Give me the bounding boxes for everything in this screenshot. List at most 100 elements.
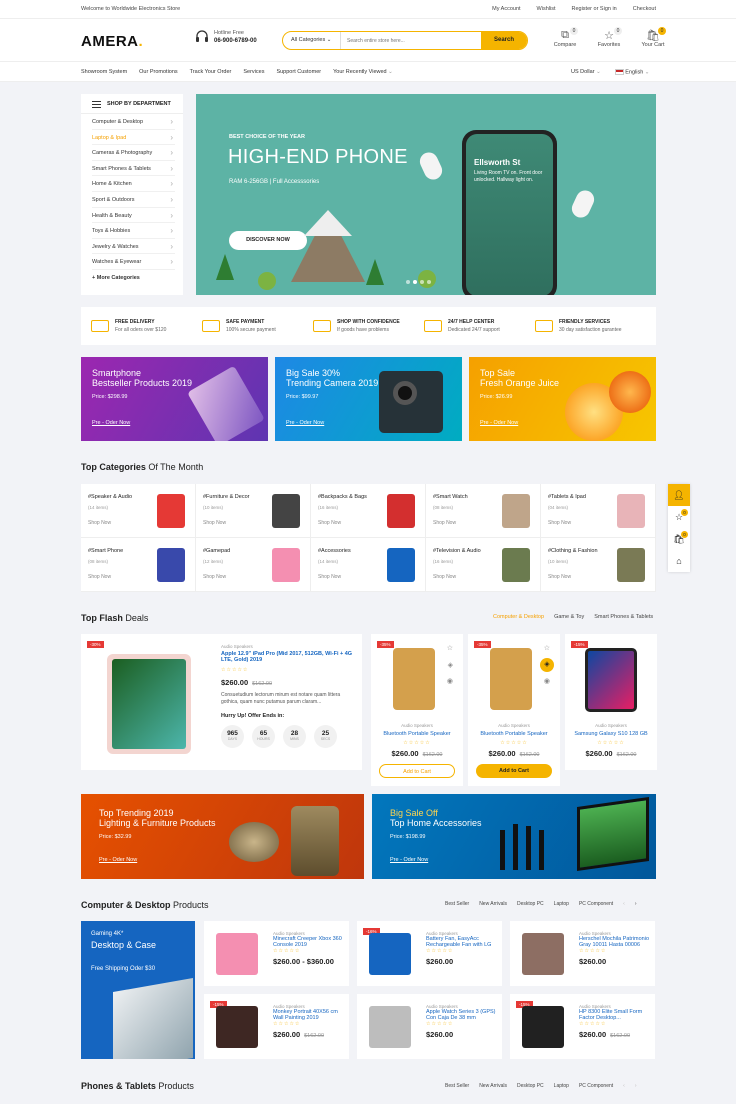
tab-best-seller[interactable]: Best Seller: [445, 901, 469, 907]
checkout-link[interactable]: Checkout: [633, 6, 656, 12]
category-card[interactable]: #Furniture & Decor (10 items) Shop Now: [196, 484, 311, 538]
wishlist-link[interactable]: Wishlist: [537, 6, 556, 12]
nav-support[interactable]: Support Customer: [276, 69, 321, 75]
product-card[interactable]: -16% Audio Speakers Battery Fan, EasyAcc R…: [357, 921, 502, 986]
currency-select[interactable]: US Dollar ⌄: [571, 69, 601, 75]
banner-home-accessories[interactable]: Big Sale Off Top Home Accessories Price: …: [372, 794, 656, 879]
tab-desktop-pc[interactable]: Desktop PC: [517, 1083, 544, 1089]
language-select[interactable]: English ⌄: [614, 69, 649, 75]
sidebar-item-health[interactable]: Health & Beauty: [92, 208, 175, 224]
category-card[interactable]: #Backpacks & Bags (16 items) Shop Now: [311, 484, 426, 538]
user-icon[interactable]: 👤︎: [668, 484, 690, 506]
product-name[interactable]: Monkey Portrait 40X56 cm Wall Painting 2…: [273, 1009, 345, 1021]
category-card[interactable]: #Gamepad (12 items) Shop Now: [196, 538, 311, 592]
sidebar-item-phones[interactable]: Smart Phones & Tablets: [92, 161, 175, 177]
product-card[interactable]: -15% Audio Speakers Monkey Portrait 40X56 …: [204, 994, 349, 1059]
preorder-link[interactable]: Pre - Oder Now: [92, 420, 130, 426]
tab-laptop[interactable]: Laptop: [554, 1083, 569, 1089]
nav-services[interactable]: Services: [243, 69, 264, 75]
banner-lighting[interactable]: Top Trending 2019 Lighting & Furniture Pr…: [81, 794, 364, 879]
sidebar-item-cameras[interactable]: Cameras & Photography: [92, 145, 175, 161]
chevron-left-icon[interactable]: ‹: [623, 901, 625, 907]
sidebar-header[interactable]: SHOP BY DEPARTMENT: [81, 94, 183, 114]
cart-button[interactable]: 🛍︎ 0 Your Cart: [638, 27, 668, 48]
preorder-link[interactable]: Pre - Oder Now: [99, 857, 137, 863]
tab-laptop[interactable]: Laptop: [554, 901, 569, 907]
add-to-cart-button[interactable]: Add to Cart: [476, 764, 552, 778]
product-name[interactable]: Apple 12.9" iPad Pro (Mid 2017, 512GB, W…: [221, 651, 355, 663]
layers-icon[interactable]: ◈: [448, 661, 453, 669]
sidebar-item-computer[interactable]: Computer & Desktop: [92, 114, 175, 130]
tab-pc-component[interactable]: PC Component: [579, 1083, 613, 1089]
home-icon[interactable]: ⌂: [668, 550, 690, 572]
product-name[interactable]: Bluetooth Portable Speaker: [371, 731, 463, 737]
chevron-right-icon[interactable]: ›: [635, 1083, 637, 1089]
search-category-select[interactable]: All Categories ⌄: [283, 32, 341, 49]
category-card[interactable]: #Smart Watch (08 items) Shop Now: [426, 484, 541, 538]
chevron-left-icon[interactable]: ‹: [623, 1083, 625, 1089]
star-icon[interactable]: ☆: [544, 644, 550, 652]
promo-smartphone[interactable]: Smartphone Bestseller Products 2019 Price…: [81, 357, 268, 441]
eye-icon[interactable]: ◉: [447, 677, 453, 685]
tab-best-seller[interactable]: Best Seller: [445, 1083, 469, 1089]
layers-icon[interactable]: ◈: [540, 658, 554, 672]
nav-recently-viewed[interactable]: Your Recently Viewed ⌄: [333, 69, 393, 75]
product-card[interactable]: Audio Speakers Minecraft Creeper Xbox 360…: [204, 921, 349, 986]
category-card[interactable]: #Tablets & Ipad (04 items) Shop Now: [541, 484, 656, 538]
tab-computer-desktop[interactable]: Computer & Desktop: [493, 614, 544, 620]
sidebar-item-toys[interactable]: Toys & Hobbies: [92, 223, 175, 239]
category-card[interactable]: #Accessories (14 items) Shop Now: [311, 538, 426, 592]
promo-juice[interactable]: Top Sale Fresh Orange Juice Price: $26.99…: [469, 357, 656, 441]
favorites-button[interactable]: ☆ 0 Favorites: [594, 27, 624, 48]
tab-new-arrivals[interactable]: New Arrivals: [479, 901, 507, 907]
product-name[interactable]: Minecraft Creeper Xbox 360 Console 2019: [273, 936, 345, 948]
slider-dots[interactable]: [406, 280, 431, 284]
product-name[interactable]: Battery Fan, EasyAcc Rechargeable Fan wi…: [426, 936, 498, 948]
flash-deal-card[interactable]: -15% Audio Speakers Samsung Galaxy S10 1…: [565, 634, 657, 770]
tab-desktop-pc[interactable]: Desktop PC: [517, 901, 544, 907]
star-icon[interactable]: ☆: [447, 644, 453, 652]
register-link[interactable]: Register or Sign in: [572, 6, 617, 12]
tab-smart-phones[interactable]: Smart Phones & Tablets: [594, 614, 653, 620]
product-name[interactable]: Bluetooth Portable Speaker: [468, 731, 560, 737]
search-button[interactable]: Search: [481, 32, 527, 49]
flash-deal-card[interactable]: -35% ☆ ◈ ◉ Audio Speakers Bluetooth Port…: [371, 634, 463, 786]
chevron-right-icon[interactable]: ›: [635, 901, 637, 907]
cart-icon[interactable]: 🛍︎ 0: [668, 528, 690, 550]
eye-icon[interactable]: ◉: [544, 677, 550, 685]
product-name[interactable]: Apple Watch Series 3 (GPS) Con Caja De 3…: [426, 1009, 498, 1021]
promo-camera[interactable]: Big Sale 30% Trending Camera 2019 Price: …: [275, 357, 462, 441]
nav-track-order[interactable]: Track Your Order: [190, 69, 232, 75]
preorder-link[interactable]: Pre - Oder Now: [286, 420, 324, 426]
category-card[interactable]: #Television & Audio (16 items) Shop Now: [426, 538, 541, 592]
logo[interactable]: AMERA.: [81, 33, 143, 50]
product-card[interactable]: Audio Speakers Herschel Mochila Patrimoni…: [510, 921, 655, 986]
compare-button[interactable]: ⧉ 0 Compare: [550, 27, 580, 48]
sidebar-item-watches[interactable]: Watches & Eyewear: [92, 254, 175, 270]
flash-deal-featured[interactable]: -30% Audio Speakers Apple 12.9" iPad Pro…: [81, 634, 362, 770]
preorder-link[interactable]: Pre - Oder Now: [480, 420, 518, 426]
sidebar-item-home[interactable]: Home & Kitchen: [92, 176, 175, 192]
my-account-link[interactable]: My Account: [492, 6, 520, 12]
tab-game-toy[interactable]: Game & Toy: [554, 614, 584, 620]
flash-deal-card[interactable]: -35% ☆ ◈ ◉ Audio Speakers Bluetooth Port…: [468, 634, 560, 786]
preorder-link[interactable]: Pre - Oder Now: [390, 857, 428, 863]
product-name[interactable]: HP 8300 Elite Small Form Factor Desktop.…: [579, 1009, 651, 1021]
tab-new-arrivals[interactable]: New Arrivals: [479, 1083, 507, 1089]
category-card[interactable]: #Speaker & Audio (14 items) Shop Now: [81, 484, 196, 538]
sidebar-item-jewelry[interactable]: Jewelry & Watches: [92, 239, 175, 255]
nav-showroom[interactable]: Showroom System: [81, 69, 127, 75]
category-card[interactable]: #Smart Phone (08 items) Shop Now: [81, 538, 196, 592]
more-categories-link[interactable]: + More Categories: [92, 270, 175, 286]
product-name[interactable]: Samsung Galaxy S10 128 GB: [565, 731, 657, 737]
add-to-cart-button[interactable]: Add to Cart: [379, 764, 455, 778]
sidebar-item-sport[interactable]: Sport & Outdoors: [92, 192, 175, 208]
nav-promotions[interactable]: Our Promotions: [139, 69, 178, 75]
sidebar-item-laptop[interactable]: Laptop & Ipad: [92, 130, 175, 146]
category-card[interactable]: #Clothing & Fashion (10 items) Shop Now: [541, 538, 656, 592]
star-icon[interactable]: ☆ 0: [668, 506, 690, 528]
tab-pc-component[interactable]: PC Component: [579, 901, 613, 907]
product-card[interactable]: -15% Audio Speakers HP 8300 Elite Small Fo…: [510, 994, 655, 1059]
product-card[interactable]: Audio Speakers Apple Watch Series 3 (GPS)…: [357, 994, 502, 1059]
product-name[interactable]: Herschel Mochila Patrimonio Gray 10011 H…: [579, 936, 651, 948]
